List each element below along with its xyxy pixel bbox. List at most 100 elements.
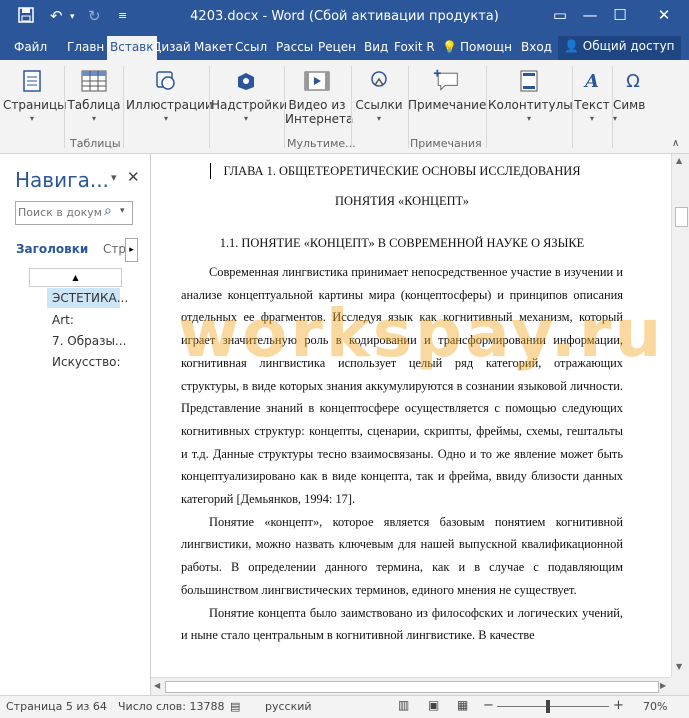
addins-button[interactable]: Надстройки ▾ bbox=[211, 68, 287, 123]
chevron-down-icon[interactable]: ▾ bbox=[120, 206, 125, 216]
page-counter[interactable]: Страница 5 из 64 bbox=[6, 700, 107, 713]
collapse-all-button[interactable]: ▲ bbox=[29, 268, 122, 287]
search-icon[interactable]: ⌕ bbox=[104, 203, 112, 219]
chevron-down-icon: ▾ bbox=[163, 114, 168, 123]
chevron-down-icon: ▾ bbox=[29, 114, 34, 123]
zoom-in-icon[interactable]: + bbox=[613, 698, 624, 713]
horizontal-scroll-thumb[interactable] bbox=[165, 681, 659, 693]
chapter-subtitle: ПОНЯТИЯ «КОНЦЕПТ» bbox=[335, 194, 469, 208]
zoom-level[interactable]: 70% bbox=[643, 700, 667, 713]
video-label-line2: Интернета bbox=[285, 112, 354, 126]
document-area[interactable]: ГЛАВА 1. ОБЩЕТЕОРЕТИЧЕСКИЕ ОСНОВЫ ИССЛЕД… bbox=[151, 154, 671, 677]
group-label-tables: Таблицы bbox=[70, 137, 121, 150]
store-icon bbox=[233, 68, 259, 94]
vertical-scrollbar[interactable]: ▲ ▼ bbox=[671, 154, 689, 677]
chapter-title: ГЛАВА 1. ОБЩЕТЕОРЕТИЧЕСКИЕ ОСНОВЫ ИССЛЕД… bbox=[223, 164, 581, 178]
ribbon-options-icon[interactable]: ▭ bbox=[548, 6, 572, 24]
read-mode-icon[interactable]: ▥ bbox=[398, 698, 409, 712]
print-layout-icon[interactable]: ▣ bbox=[428, 698, 439, 712]
symbols-label: Симв bbox=[613, 98, 646, 112]
share-label: Общий доступ bbox=[582, 39, 675, 53]
links-button[interactable]: Ссылки ▾ bbox=[352, 68, 406, 123]
text-box-icon: A bbox=[585, 70, 599, 92]
addins-label: Надстройки bbox=[211, 98, 288, 112]
scroll-thumb[interactable] bbox=[675, 207, 688, 227]
chevron-down-icon: ▾ bbox=[91, 114, 96, 123]
minimize-button[interactable]: — bbox=[578, 6, 602, 24]
tab-layout[interactable]: Макет bbox=[194, 40, 233, 54]
word-count[interactable]: Число слов: 13788 bbox=[118, 700, 224, 713]
group-separator bbox=[123, 66, 124, 148]
zoom-slider-handle[interactable] bbox=[546, 700, 550, 713]
online-video-button[interactable]: Видео из Интернета bbox=[285, 68, 353, 126]
nav-item[interactable]: 7. Образы... bbox=[52, 334, 126, 348]
scroll-up-icon[interactable]: ▲ bbox=[676, 156, 682, 165]
tab-design[interactable]: Дизай bbox=[152, 40, 191, 54]
group-label-media: Мультиме... bbox=[287, 137, 356, 150]
proofing-icon[interactable]: ▤ bbox=[230, 700, 240, 713]
tab-references[interactable]: Ссыл bbox=[235, 40, 267, 54]
tab-tell-me[interactable]: Помощн bbox=[460, 40, 512, 54]
group-separator bbox=[209, 66, 210, 148]
chevron-down-icon: ▾ bbox=[376, 114, 381, 123]
tab-foxit[interactable]: Foxit R bbox=[394, 40, 435, 54]
text-cursor bbox=[210, 163, 211, 179]
tell-me-icon[interactable]: 💡 bbox=[442, 40, 457, 54]
chevron-down-icon: ▾ bbox=[243, 114, 248, 123]
links-label: Ссылки bbox=[355, 98, 403, 112]
maximize-button[interactable]: ☐ bbox=[608, 6, 632, 24]
zoom-slider[interactable] bbox=[497, 706, 609, 707]
nav-item[interactable]: Art: bbox=[52, 313, 74, 327]
horizontal-scrollbar[interactable]: ◀ ▶ bbox=[151, 677, 671, 696]
nav-search-box[interactable]: ⌕ ▾ bbox=[15, 201, 133, 225]
collapse-ribbon-icon[interactable]: ∧ bbox=[672, 138, 679, 149]
header-footer-icon bbox=[516, 68, 542, 94]
table-icon bbox=[81, 68, 107, 94]
ribbon-insert: Страницы ▾ Таблица ▾ Таблицы Иллюстрации… bbox=[0, 60, 689, 154]
tab-file[interactable]: Файл bbox=[14, 40, 47, 54]
status-bar: Страница 5 из 64 Число слов: 13788 ▤ рус… bbox=[0, 695, 689, 718]
title-bar: ↶ ▾ ↻ ≡ 4203.docx - Word (Сбой активации… bbox=[0, 0, 689, 33]
document-page[interactable]: ГЛАВА 1. ОБЩЕТЕОРЕТИЧЕСКИЕ ОСНОВЫ ИССЛЕД… bbox=[181, 154, 623, 647]
close-button[interactable]: ✕ bbox=[652, 6, 676, 24]
headers-label: Колонтитулы bbox=[488, 98, 573, 112]
nav-item[interactable]: Искусство: bbox=[52, 355, 121, 369]
search-input[interactable] bbox=[18, 204, 104, 220]
comment-button[interactable]: Примечание bbox=[408, 68, 486, 112]
pages-button[interactable]: Страницы ▾ bbox=[3, 68, 67, 123]
scroll-right-icon[interactable]: ▶ bbox=[660, 681, 666, 690]
zoom-out-icon[interactable]: − bbox=[483, 698, 494, 713]
scroll-down-icon[interactable]: ▼ bbox=[676, 662, 682, 671]
share-button[interactable]: 👤 Общий доступ bbox=[558, 36, 681, 60]
section-heading: 1.1. ПОНЯТИЕ «КОНЦЕПТ» В СОВРЕМЕННОЙ НАУ… bbox=[219, 236, 585, 250]
tab-home[interactable]: Главн bbox=[67, 40, 104, 54]
tab-view[interactable]: Вид bbox=[364, 40, 388, 54]
tab-sign-in[interactable]: Вход bbox=[521, 40, 552, 54]
nav-options-icon[interactable]: ▾ bbox=[111, 171, 117, 184]
chevron-down-icon: ▾ bbox=[589, 114, 594, 123]
scroll-left-icon[interactable]: ◀ bbox=[154, 681, 160, 690]
group-separator bbox=[486, 66, 487, 148]
language-indicator[interactable]: русский bbox=[265, 700, 312, 713]
table-button[interactable]: Таблица ▾ bbox=[67, 68, 121, 123]
tab-mailings[interactable]: Рассы bbox=[276, 40, 313, 54]
user-icon: 👤 bbox=[564, 39, 579, 53]
symbols-button[interactable]: Ω Симв ▾ bbox=[613, 68, 653, 124]
chevron-down-icon: ▾ bbox=[526, 114, 531, 123]
close-icon[interactable]: ✕ bbox=[127, 168, 140, 186]
nav-item[interactable]: ЭСТЕТИКА... bbox=[52, 291, 128, 305]
header-footer-button[interactable]: Колонтитулы ▾ bbox=[488, 68, 573, 123]
tab-insert[interactable]: Вставк bbox=[107, 36, 157, 60]
link-icon bbox=[366, 68, 392, 94]
navigation-pane: Навига... ▾ ✕ ⌕ ▾ Заголовки Стра ▸ ▲ ЭСТ… bbox=[0, 154, 151, 695]
text-button[interactable]: A Текст ▾ bbox=[573, 68, 611, 124]
pages-label: Страницы bbox=[3, 98, 67, 112]
group-separator bbox=[64, 66, 65, 148]
paragraph: Современная лингвистика принимает непоср… bbox=[181, 265, 623, 507]
video-label-line1: Видео из bbox=[288, 98, 346, 112]
nav-tabs-scroll-button[interactable]: ▸ bbox=[125, 238, 138, 262]
illustrations-button[interactable]: Иллюстрации ▾ bbox=[126, 68, 213, 123]
tab-review[interactable]: Рецен bbox=[318, 40, 356, 54]
tab-headings[interactable]: Заголовки bbox=[16, 242, 88, 256]
web-layout-icon[interactable]: ▦ bbox=[457, 698, 468, 712]
